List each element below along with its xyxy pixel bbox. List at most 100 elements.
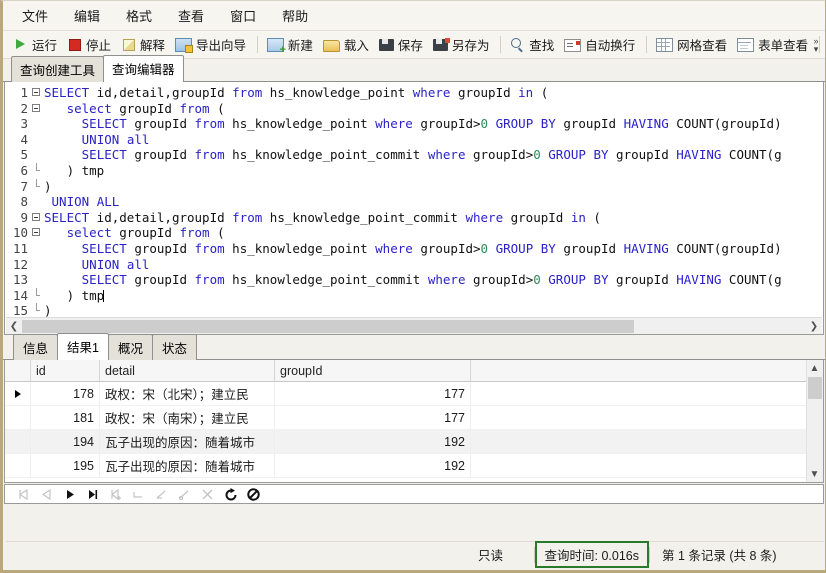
find-button[interactable]: 查找 [506, 32, 560, 57]
cell-filler [470, 405, 806, 430]
save-button[interactable]: 保存 [375, 32, 429, 57]
play-icon [13, 37, 28, 52]
editor-line[interactable]: 6 ) tmp [5, 162, 823, 179]
cell-groupid[interactable]: 192 [274, 429, 471, 454]
editor-line[interactable]: 14 ) tmp [5, 287, 823, 304]
cell-groupid[interactable]: 177 [274, 405, 471, 430]
nav-refresh-icon[interactable] [224, 487, 237, 501]
scroll-right-icon[interactable]: ❯ [806, 319, 822, 334]
grid-vertical-scrollbar[interactable]: ▲ ▼ [806, 360, 823, 482]
menu-bar: 文件 编辑 格式 查看 窗口 帮助 [3, 1, 825, 31]
column-header-id[interactable]: id [30, 360, 100, 382]
editor-line[interactable]: 4 UNION all [5, 132, 823, 148]
word-wrap-icon [564, 39, 582, 52]
scroll-up-icon[interactable]: ▲ [807, 360, 822, 376]
form-icon [737, 38, 755, 52]
nav-next-record-icon[interactable] [63, 488, 76, 501]
scroll-left-icon[interactable]: ❮ [6, 319, 22, 334]
scroll-down-icon[interactable]: ▼ [807, 466, 822, 482]
menu-help[interactable]: 帮助 [269, 3, 321, 28]
word-wrap-button[interactable]: 自动换行 [560, 32, 641, 57]
editor-line-text: SELECT id,detail,groupId from hs_knowled… [44, 209, 601, 225]
run-button[interactable]: 运行 [9, 32, 63, 57]
cell-detail[interactable]: 政权：宋（南宋）；建立民 [99, 405, 275, 430]
tab-status[interactable]: 状态 [151, 334, 197, 360]
editor-line[interactable]: 8 UNION ALL [5, 194, 823, 210]
editor-horizontal-scrollbar[interactable]: ❮ ❯ [6, 317, 822, 334]
save-as-icon [432, 38, 450, 51]
tab-query-builder[interactable]: 查询创建工具 [11, 56, 105, 82]
cell-id[interactable]: 194 [30, 429, 100, 454]
editor-line[interactable]: 5 SELECT groupId from hs_knowledge_point… [5, 147, 823, 163]
cell-groupid[interactable]: 192 [274, 453, 471, 478]
table-row[interactable]: 181 政权：宋（南宋）；建立民 177 [5, 405, 806, 430]
new-file-icon [266, 38, 286, 56]
line-number: 6 [20, 162, 28, 178]
stop-button[interactable]: 停止 [63, 32, 117, 57]
cell-id[interactable]: 195 [30, 453, 100, 478]
line-number: 4 [20, 131, 28, 147]
editor-line[interactable]: 2 select groupId from ( [5, 101, 823, 117]
editor-line[interactable]: 12 UNION all [5, 257, 823, 273]
cell-id[interactable]: 178 [30, 381, 100, 406]
load-button[interactable]: 载入 [319, 32, 375, 57]
row-marker-cell[interactable] [5, 453, 31, 478]
editor-line[interactable]: 13 SELECT groupId from hs_knowledge_poin… [5, 272, 823, 288]
row-marker-cell[interactable] [5, 405, 31, 430]
menu-format[interactable]: 格式 [113, 3, 165, 28]
export-wizard-button[interactable]: 导出向导 [171, 32, 252, 57]
editor-line-text: SELECT id,detail,groupId from hs_knowled… [44, 85, 549, 100]
column-header-groupid[interactable]: groupId [274, 360, 471, 382]
menu-window[interactable]: 窗口 [217, 3, 269, 28]
editor-line[interactable]: 7) [5, 178, 823, 195]
line-number: 12 [12, 256, 28, 272]
editor-line[interactable]: 1 SELECT id,detail,groupId from hs_knowle… [5, 85, 823, 101]
explain-button[interactable]: 解释 [117, 32, 171, 57]
nav-stop-icon[interactable] [247, 487, 260, 501]
editor-line[interactable]: 11 SELECT groupId from hs_knowledge_poin… [5, 241, 823, 257]
save-as-button[interactable]: 另存为 [429, 32, 496, 57]
grid-view-button[interactable]: 网格查看 [652, 32, 733, 57]
line-number: 14 [12, 287, 28, 303]
tab-info[interactable]: 信息 [13, 334, 59, 360]
new-button[interactable]: 新建 [263, 32, 319, 57]
toolbar-overflow-button[interactable]: » ▾ [809, 32, 823, 57]
editor-line[interactable]: 9 SELECT id,detail,groupId from hs_knowle… [5, 210, 823, 226]
search-icon [510, 37, 525, 52]
cell-detail[interactable]: 政权：宋（北宋）；建立民 [99, 381, 275, 406]
cell-id[interactable]: 181 [30, 405, 100, 430]
sql-editor[interactable]: 1 SELECT id,detail,groupId from hs_knowle… [5, 82, 823, 334]
status-readonly: 只读 [478, 549, 504, 563]
editor-line[interactable]: 10 select groupId from ( [5, 225, 823, 241]
form-view-button[interactable]: 表单查看 [733, 32, 814, 57]
menu-view[interactable]: 查看 [165, 3, 217, 28]
table-row[interactable]: 195 瓦子出现的原因：随着城市 192 [5, 453, 806, 478]
tab-profile[interactable]: 概况 [107, 334, 153, 360]
result-grid-panel: id detail groupId 178 政权：宋（北宋）；建立民 177 181 政… [4, 360, 824, 483]
menu-file[interactable]: 文件 [9, 3, 61, 28]
row-marker-cell[interactable] [5, 381, 31, 406]
nav-previous-record-icon [40, 488, 53, 501]
nav-last-record-icon[interactable] [86, 488, 99, 501]
nav-apply-changes-icon [178, 488, 191, 501]
explain-button-label: 解释 [140, 39, 166, 53]
menu-edit[interactable]: 编辑 [61, 3, 113, 28]
tab-result1[interactable]: 结果1 [57, 333, 109, 360]
nav-edit-record-icon [155, 488, 168, 501]
line-number: 8 [20, 194, 28, 210]
column-header-detail[interactable]: detail [99, 360, 275, 382]
cell-detail[interactable]: 瓦子出现的原因：随着城市 [99, 453, 275, 478]
grid-vscroll-thumb[interactable] [808, 377, 822, 399]
tab-query-editor[interactable]: 查询编辑器 [103, 55, 184, 82]
editor-line-text: ) [44, 178, 52, 194]
editor-hscroll-thumb[interactable] [22, 319, 634, 333]
line-number: 3 [20, 116, 28, 132]
table-row[interactable]: 178 政权：宋（北宋）；建立民 177 [5, 381, 806, 406]
cell-detail[interactable]: 瓦子出现的原因：随着城市 [99, 429, 275, 454]
editor-line-text: SELECT groupId from hs_knowledge_point w… [81, 116, 782, 132]
table-row[interactable]: 194 瓦子出现的原因：随着城市 192 [5, 429, 806, 454]
editor-hscroll-track[interactable] [22, 318, 806, 334]
cell-groupid[interactable]: 177 [274, 381, 471, 406]
editor-line[interactable]: 3 SELECT groupId from hs_knowledge_point… [5, 116, 823, 132]
row-marker-cell[interactable] [5, 429, 31, 454]
